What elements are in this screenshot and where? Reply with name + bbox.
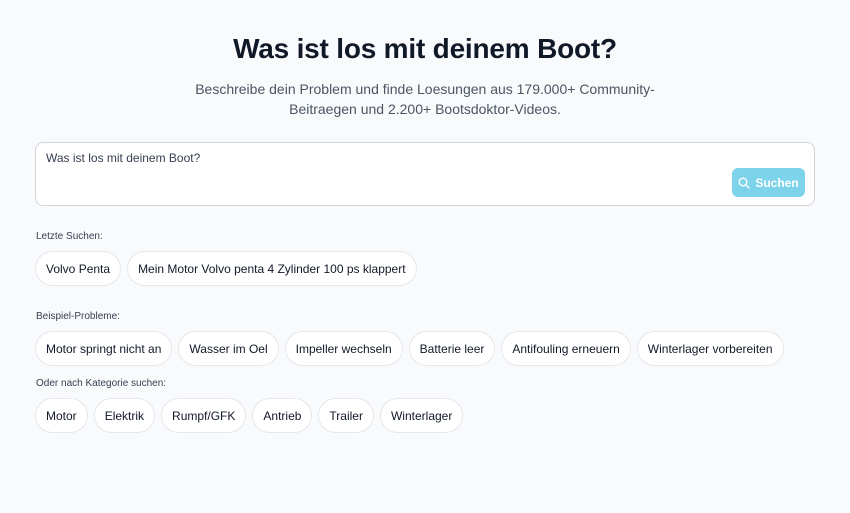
search-button-label: Suchen bbox=[755, 175, 799, 190]
recent-searches-list: Volvo Penta Mein Motor Volvo penta 4 Zyl… bbox=[35, 251, 417, 286]
example-problem-chip[interactable]: Motor springt nicht an bbox=[35, 331, 173, 366]
category-chip-trailer[interactable]: Trailer bbox=[318, 398, 374, 433]
category-chip-motor[interactable]: Motor bbox=[35, 398, 88, 433]
recent-searches-label: Letzte Suchen: bbox=[36, 231, 103, 242]
example-problem-chip[interactable]: Impeller wechseln bbox=[284, 331, 403, 366]
example-problem-chip[interactable]: Winterlager vorbereiten bbox=[636, 331, 784, 366]
category-chip-rumpf[interactable]: Rumpf/GFK bbox=[161, 398, 247, 433]
page-title: Was ist los mit deinem Boot? bbox=[233, 33, 617, 64]
recent-search-chip[interactable]: Volvo Penta bbox=[35, 251, 122, 286]
example-problem-chip[interactable]: Wasser im Oel bbox=[178, 331, 279, 366]
search-icon bbox=[738, 177, 751, 189]
example-problems-label: Beispiel-Probleme: bbox=[36, 311, 120, 322]
recent-search-chip[interactable]: Mein Motor Volvo penta 4 Zylinder 100 ps… bbox=[127, 251, 417, 286]
category-list: Motor Elektrik Rumpf/GFK Antrieb Trailer… bbox=[35, 398, 464, 433]
search-box: Suchen bbox=[35, 142, 815, 206]
category-chip-winterlager[interactable]: Winterlager bbox=[379, 398, 464, 433]
category-chip-antrieb[interactable]: Antrieb bbox=[252, 398, 313, 433]
page: Was ist los mit deinem Boot? Beschreibe … bbox=[0, 0, 850, 513]
search-input[interactable] bbox=[36, 143, 726, 205]
example-problems-list: Motor springt nicht an Wasser im Oel Imp… bbox=[35, 331, 784, 366]
page-subtitle: Beschreibe dein Problem und finde Loesun… bbox=[195, 81, 655, 117]
example-problem-chip[interactable]: Antifouling erneuern bbox=[501, 331, 631, 366]
category-chip-elektrik[interactable]: Elektrik bbox=[93, 398, 156, 433]
category-label: Oder nach Kategorie suchen: bbox=[36, 378, 167, 389]
search-button[interactable]: Suchen bbox=[732, 168, 805, 197]
example-problem-chip[interactable]: Batterie leer bbox=[408, 331, 496, 366]
